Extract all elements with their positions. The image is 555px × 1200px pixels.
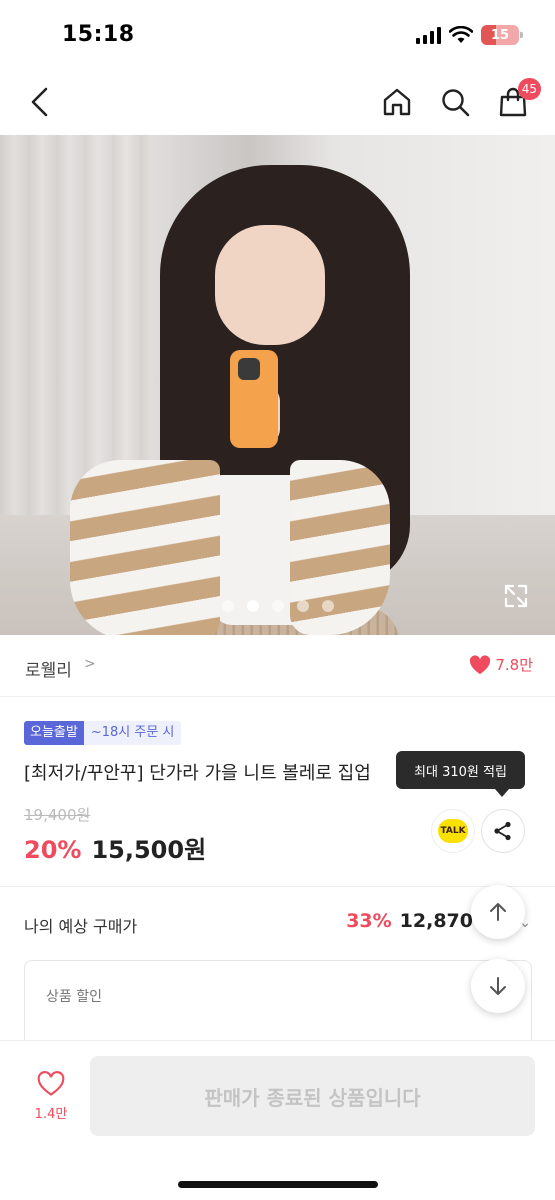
chevron-right-icon: > (84, 656, 96, 672)
home-icon (383, 88, 411, 116)
battery-icon: 15 (481, 25, 523, 45)
heart-filled-icon (470, 654, 491, 674)
scroll-top-button[interactable] (471, 885, 525, 939)
expected-price[interactable]: 33% 12,870 (346, 910, 473, 932)
brand-row: 로웰리 > 7.8만 (0, 637, 555, 697)
reward-tooltip: 최대 310원 적립 (396, 751, 525, 797)
product-title: [최저가/꾸안꾸] 단가라 가을 니트 볼레로 집업 (24, 763, 371, 784)
search-button[interactable] (435, 82, 475, 122)
kakao-talk-button[interactable]: TALK (431, 809, 475, 853)
product-discount-label: 상품 할인 (46, 989, 102, 1005)
pagination-dot[interactable] (221, 600, 234, 612)
arrow-up-icon (490, 903, 506, 921)
sale-price: 15,500원 (91, 836, 207, 864)
nav-actions: 45 (377, 78, 541, 122)
delivery-badge: 오늘출발 ~18시 주문 시 (24, 721, 182, 745)
pagination-dot[interactable] (321, 600, 334, 612)
brand-name[interactable]: 로웰리 (25, 656, 72, 681)
like-button[interactable]: 7.8만 (469, 654, 533, 675)
chevron-left-icon (31, 87, 48, 117)
share-icon (494, 821, 511, 841)
share-button[interactable] (481, 809, 525, 853)
status-icons: 15 (416, 25, 523, 45)
signal-icon (416, 26, 441, 44)
like-count: 7.8만 (495, 656, 533, 674)
wifi-icon (449, 26, 473, 43)
image-pagination (0, 600, 555, 612)
kakao-talk-icon: TALK (438, 819, 468, 843)
battery-level: 15 (490, 27, 510, 43)
scroll-bottom-button[interactable] (471, 959, 525, 1013)
original-price: 19,400원 (24, 806, 91, 824)
pagination-dot[interactable] (296, 600, 309, 612)
back-button[interactable] (20, 82, 60, 122)
discount-rate: 20% (24, 836, 82, 864)
expected-price-value: 12,870 (399, 910, 473, 932)
cart-count-badge: 45 (517, 78, 541, 100)
search-icon (442, 89, 470, 117)
price-row: 20% 15,500원 (24, 830, 206, 865)
pagination-dot[interactable] (271, 600, 284, 612)
bottom-action-bar: 1.4만 판매가 종료된 상품입니다 (0, 1040, 555, 1200)
home-indicator (178, 1181, 378, 1188)
section-divider (0, 886, 555, 887)
order-deadline-badge: ~18시 주문 시 (83, 721, 182, 745)
expand-icon[interactable] (503, 583, 529, 609)
nav-bar: 45 (0, 72, 555, 134)
expected-discount-rate: 33% (346, 910, 392, 932)
cart-button[interactable]: 45 (493, 78, 541, 122)
sold-out-button[interactable]: 판매가 종료된 상품입니다 (90, 1056, 535, 1136)
home-button[interactable] (377, 82, 417, 122)
status-time: 15:18 (62, 22, 135, 47)
wishlist-count: 1.4만 (34, 1107, 68, 1122)
arrow-down-icon (490, 977, 506, 995)
today-shipping-badge: 오늘출발 (24, 721, 84, 745)
product-image[interactable] (0, 135, 555, 635)
heart-outline-icon (37, 1071, 65, 1096)
status-bar: 15:18 15 (0, 0, 555, 72)
expected-price-label: 나의 예상 구매가 (24, 917, 138, 936)
wishlist-button[interactable]: 1.4만 (20, 1071, 82, 1131)
pagination-dot-active[interactable] (246, 600, 259, 612)
